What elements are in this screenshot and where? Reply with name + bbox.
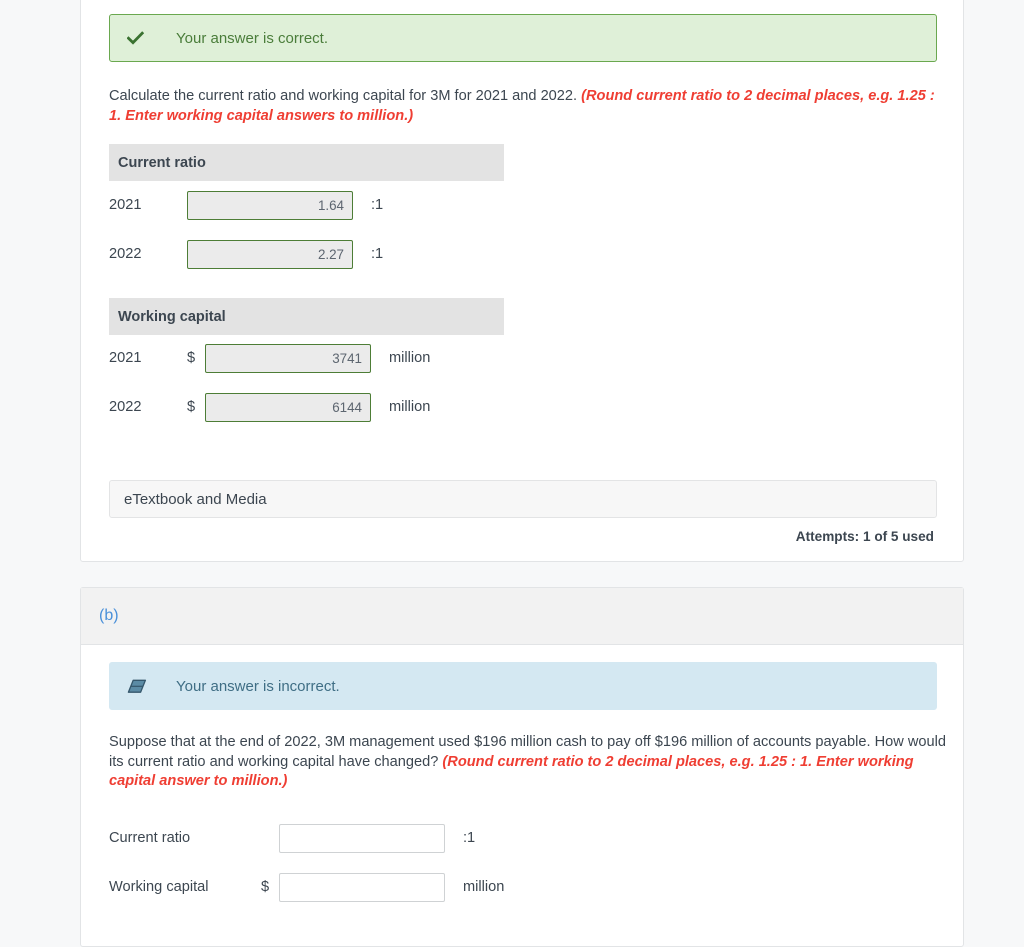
table-row-working-capital-2022: 2022 $ million: [109, 392, 430, 422]
attempts-counter: Attempts: 1 of 5 used: [795, 529, 934, 544]
assignment-page: Your answer is correct. Calculate the cu…: [0, 0, 1024, 947]
status-banner-incorrect: Your answer is incorrect.: [109, 662, 937, 710]
question-card-part-a: Your answer is correct. Calculate the cu…: [80, 0, 964, 562]
currency-symbol: $: [187, 399, 196, 415]
question-main-a: Calculate the current ratio and working …: [109, 88, 582, 104]
row-label-working-capital: Working capital: [109, 879, 209, 895]
row-label-year: 2021: [109, 197, 142, 213]
row-unit: :1: [371, 246, 384, 262]
row-unit: million: [463, 879, 505, 895]
currency-symbol: $: [261, 879, 270, 895]
etextbook-and-media-button[interactable]: eTextbook and Media: [109, 480, 937, 518]
section-header-current-ratio: Current ratio: [109, 144, 504, 181]
table-row-working-capital-2021: 2021 $ million: [109, 343, 430, 373]
working-capital-2021-input[interactable]: [205, 343, 371, 373]
part-b-header: (b): [81, 588, 963, 645]
eraser-icon: [127, 679, 155, 694]
question-card-part-b: (b) Your answer is incorrect. Suppose th…: [80, 587, 964, 947]
current-ratio-2021-input[interactable]: [187, 190, 353, 220]
table-row-current-ratio-2022: 2022 :1: [109, 239, 383, 269]
row-label-year: 2021: [109, 350, 142, 366]
working-capital-2022-input[interactable]: [205, 392, 371, 422]
currency-symbol: $: [187, 350, 196, 366]
row-label-year: 2022: [109, 246, 142, 262]
part-b-label: (b): [99, 607, 119, 624]
table-row-current-ratio-2021: 2021 :1: [109, 190, 383, 220]
question-text-b: Suppose that at the end of 2022, 3M mana…: [109, 733, 949, 792]
check-icon: [127, 30, 155, 47]
question-text-a: Calculate the current ratio and working …: [109, 87, 949, 126]
table-row-working-capital-b: Working capital $ million: [109, 872, 504, 902]
status-banner-correct: Your answer is correct.: [109, 14, 937, 62]
section-header-working-capital: Working capital: [109, 298, 504, 335]
row-label-year: 2022: [109, 399, 142, 415]
row-unit: million: [389, 350, 431, 366]
row-label-current-ratio: Current ratio: [109, 830, 191, 846]
row-unit: million: [389, 399, 431, 415]
status-banner-text: Your answer is correct.: [176, 29, 329, 47]
table-row-current-ratio-b: Current ratio :1: [109, 823, 475, 853]
row-unit: :1: [463, 830, 476, 846]
working-capital-b-input[interactable]: [279, 872, 445, 902]
row-unit: :1: [371, 197, 384, 213]
status-banner-text: Your answer is incorrect.: [176, 677, 340, 695]
current-ratio-b-input[interactable]: [279, 823, 445, 853]
current-ratio-2022-input[interactable]: [187, 239, 353, 269]
